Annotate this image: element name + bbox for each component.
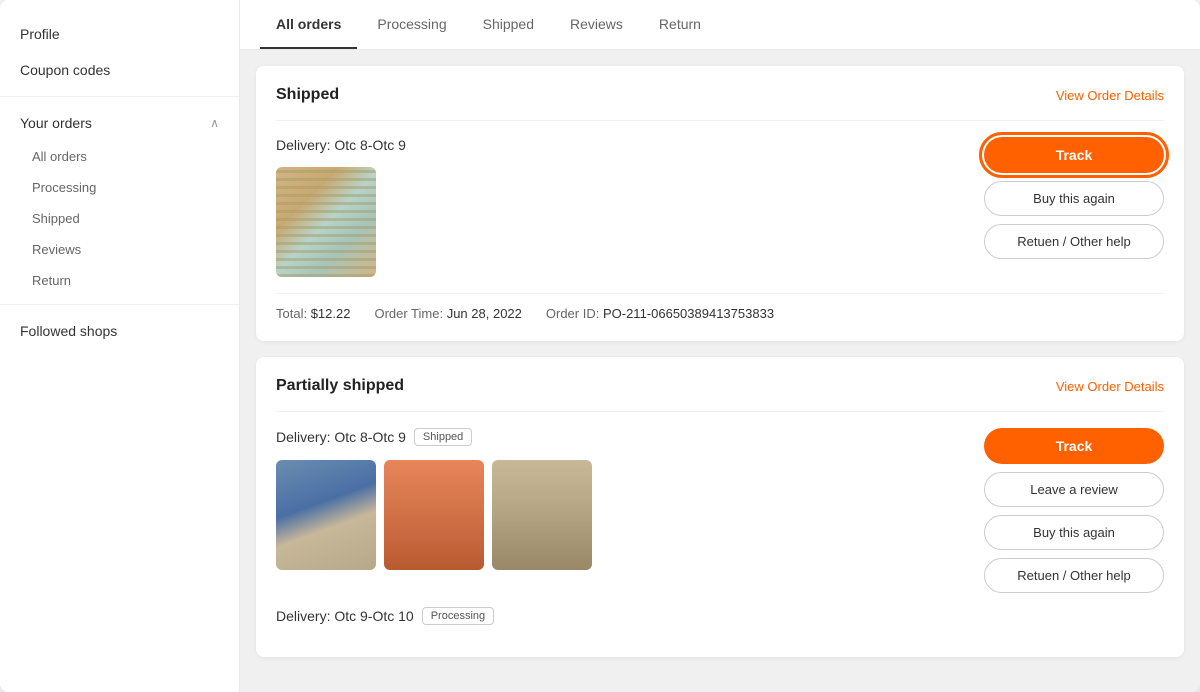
order-status-shipped: Shipped	[276, 86, 339, 104]
sidebar-item-coupon-codes[interactable]: Coupon codes	[0, 52, 239, 88]
order-card-header-1: Shipped View Order Details	[276, 86, 1164, 104]
tab-processing[interactable]: Processing	[361, 0, 462, 49]
sidebar-item-shipped[interactable]: Shipped	[0, 203, 239, 234]
order-footer-1: Total: $12.22 Order Time: Jun 28, 2022 O…	[276, 293, 1164, 321]
return-help-button-2[interactable]: Retuen / Other help	[984, 558, 1164, 593]
order-status-partial: Partially shipped	[276, 377, 404, 395]
product-image-cardigan	[276, 167, 376, 277]
sidebar: Profile Coupon codes Your orders ∧ All o…	[0, 0, 240, 692]
sidebar-item-followed-shops[interactable]: Followed shops	[0, 313, 239, 349]
buy-again-button-1[interactable]: Buy this again	[984, 181, 1164, 216]
order-divider-1	[276, 120, 1164, 121]
order-time-1: Order Time: Jun 28, 2022	[374, 306, 521, 321]
leave-review-button-2[interactable]: Leave a review	[984, 472, 1164, 507]
order-delivery-row-2a: Delivery: Otc 8-Otc 9 Shipped Track Leav…	[276, 428, 1164, 593]
action-buttons-1: Track Buy this again Retuen / Other help	[984, 137, 1164, 259]
orders-scroll: Shipped View Order Details Delivery: Otc…	[240, 50, 1200, 692]
order-delivery-row-1: Delivery: Otc 8-Otc 9 Track Buy this aga…	[276, 137, 1164, 277]
view-order-details-2[interactable]: View Order Details	[1056, 379, 1164, 394]
product-images-1	[276, 167, 406, 277]
track-button-2[interactable]: Track	[984, 428, 1164, 464]
product-images-2a	[276, 460, 592, 570]
tab-all-orders[interactable]: All orders	[260, 0, 357, 49]
view-order-details-1[interactable]: View Order Details	[1056, 88, 1164, 103]
sidebar-your-orders[interactable]: Your orders ∧	[0, 105, 239, 141]
buy-again-button-2[interactable]: Buy this again	[984, 515, 1164, 550]
order-card-header-2: Partially shipped View Order Details	[276, 377, 1164, 395]
delivery-date-2a: Delivery: Otc 8-Otc 9 Shipped	[276, 428, 592, 446]
product-image-orange-dress	[384, 460, 484, 570]
sidebar-item-return[interactable]: Return	[0, 265, 239, 296]
delivery-date-1: Delivery: Otc 8-Otc 9	[276, 137, 406, 153]
order-id-1: Order ID: PO-211-06650389413753833	[546, 306, 774, 321]
sidebar-item-reviews[interactable]: Reviews	[0, 234, 239, 265]
tab-return[interactable]: Return	[643, 0, 717, 49]
chevron-up-icon: ∧	[210, 116, 219, 130]
order-card-shipped: Shipped View Order Details Delivery: Otc…	[256, 66, 1184, 341]
order-delivery-row-2b: Delivery: Otc 9-Otc 10 Processing	[276, 607, 1164, 625]
sidebar-divider	[0, 96, 239, 97]
delivery-date-2b: Delivery: Otc 9-Otc 10 Processing	[276, 607, 494, 625]
product-image-denim	[276, 460, 376, 570]
main-content: All orders Processing Shipped Reviews Re…	[240, 0, 1200, 692]
sidebar-divider-2	[0, 304, 239, 305]
order-card-partial: Partially shipped View Order Details Del…	[256, 357, 1184, 657]
tabs-bar: All orders Processing Shipped Reviews Re…	[240, 0, 1200, 50]
tab-reviews[interactable]: Reviews	[554, 0, 639, 49]
sidebar-item-processing[interactable]: Processing	[0, 172, 239, 203]
action-buttons-2a: Track Leave a review Buy this again Retu…	[984, 428, 1164, 593]
sidebar-item-all-orders[interactable]: All orders	[0, 141, 239, 172]
delivery-left-1: Delivery: Otc 8-Otc 9	[276, 137, 406, 277]
status-badge-processing-2b: Processing	[422, 607, 494, 625]
sidebar-item-profile[interactable]: Profile	[0, 16, 239, 52]
return-help-button-1[interactable]: Retuen / Other help	[984, 224, 1164, 259]
tab-shipped[interactable]: Shipped	[467, 0, 550, 49]
delivery-left-2b: Delivery: Otc 9-Otc 10 Processing	[276, 607, 494, 625]
status-badge-shipped-2a: Shipped	[414, 428, 472, 446]
order-total-1: Total: $12.22	[276, 306, 350, 321]
delivery-left-2a: Delivery: Otc 8-Otc 9 Shipped	[276, 428, 592, 570]
product-image-tan-tank	[492, 460, 592, 570]
track-button-1[interactable]: Track	[984, 137, 1164, 173]
order-divider-2	[276, 411, 1164, 412]
app-container: Profile Coupon codes Your orders ∧ All o…	[0, 0, 1200, 692]
